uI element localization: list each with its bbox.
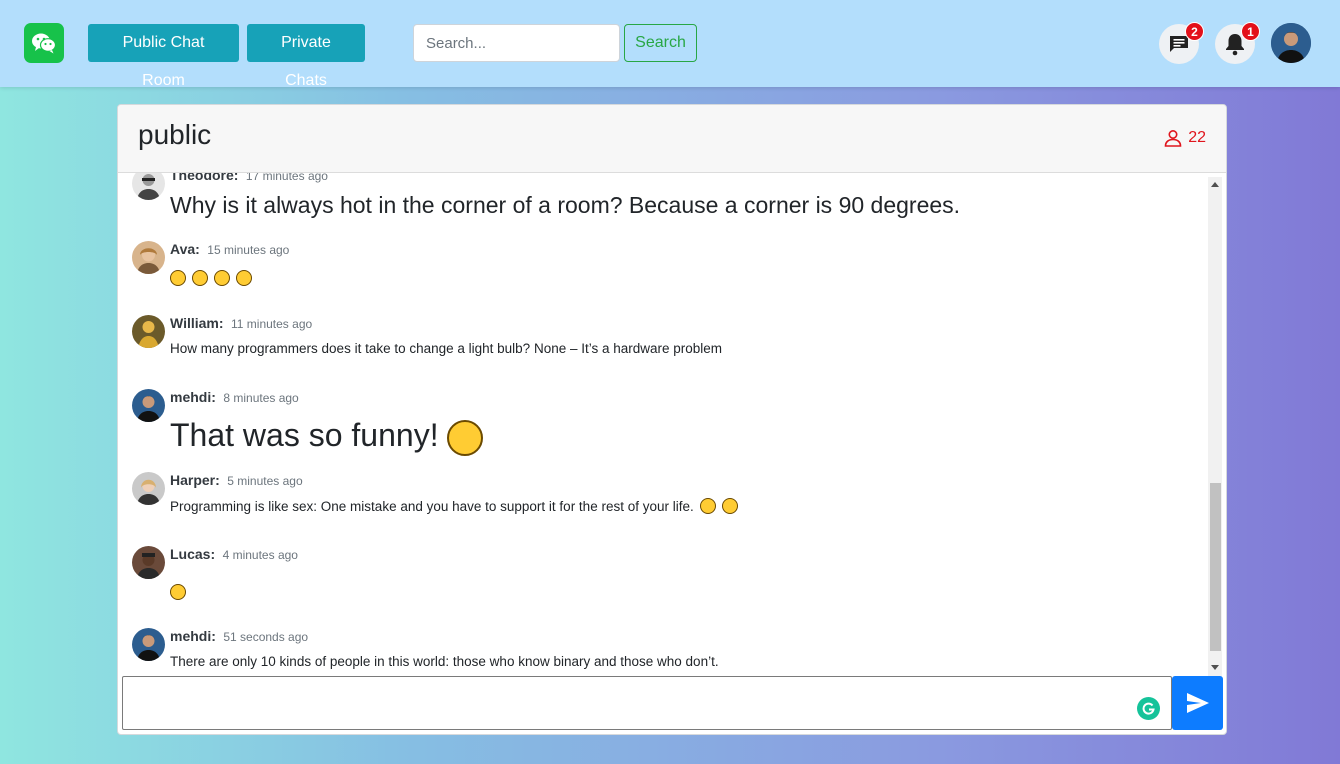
- message-item: Ava: 15 minutes ago: [132, 241, 1192, 301]
- message-item: mehdi: 8 minutes ago That was so funny!: [132, 389, 1192, 465]
- message-time: 4 minutes ago: [222, 548, 298, 562]
- scroll-down-icon[interactable]: [1211, 665, 1219, 670]
- message-item: mehdi: 51 seconds ago There are only 10 …: [132, 628, 1192, 675]
- notifications-button[interactable]: 1: [1215, 22, 1260, 64]
- private-chats-button[interactable]: Private Chats: [247, 24, 365, 89]
- search-input[interactable]: [413, 24, 620, 62]
- sender-name: Lucas:: [170, 546, 216, 562]
- sender-name: William:: [170, 315, 224, 331]
- sender-name: mehdi:: [170, 628, 216, 644]
- message-text: That was so funny!: [170, 417, 439, 453]
- user-avatar[interactable]: [1271, 23, 1311, 63]
- message-text: There are only 10 kinds of people in thi…: [170, 654, 719, 669]
- search-button[interactable]: Search: [624, 24, 697, 62]
- laughing-emoji: [170, 270, 186, 286]
- avatar: [132, 628, 165, 661]
- scroll-up-icon[interactable]: [1211, 182, 1219, 187]
- member-count[interactable]: 22: [1164, 129, 1206, 147]
- message-text: Programming is like sex: One mistake and…: [170, 498, 694, 514]
- grinning-emoji: [446, 419, 483, 456]
- avatar: [132, 173, 165, 200]
- wechat-icon[interactable]: [24, 23, 64, 63]
- scrollbar-thumb[interactable]: [1210, 483, 1221, 651]
- navbar: Public Chat Room Private Chats Search 2 …: [0, 0, 1340, 89]
- send-button[interactable]: [1172, 676, 1223, 730]
- message-time: 51 seconds ago: [223, 630, 309, 644]
- scream-emoji: [699, 498, 716, 514]
- message-list[interactable]: Theodore: 17 minutes ago Why is it alway…: [118, 173, 1226, 675]
- message-time: 8 minutes ago: [223, 391, 299, 405]
- messages-button[interactable]: 2: [1159, 22, 1204, 64]
- rofl-emoji: [236, 270, 252, 286]
- sender-name: Ava:: [170, 241, 200, 257]
- avatar: [132, 389, 165, 422]
- joy-emoji: [170, 584, 186, 600]
- message-item: Lucas: 4 minutes ago: [132, 546, 1192, 606]
- notifications-badge: 1: [1241, 22, 1260, 41]
- avatar: [132, 472, 165, 505]
- sender-name: Theodore:: [170, 173, 239, 183]
- sender-name: mehdi:: [170, 389, 216, 405]
- sender-name: Harper:: [170, 472, 220, 488]
- member-count-value: 22: [1188, 129, 1206, 146]
- public-chat-room-button[interactable]: Public Chat Room: [88, 24, 239, 89]
- user-icon: [1164, 129, 1182, 147]
- avatar: [132, 546, 165, 579]
- message-time: 5 minutes ago: [227, 474, 303, 488]
- chat-header: public 22: [118, 105, 1226, 173]
- grammarly-icon[interactable]: [1137, 697, 1160, 720]
- message-item: William: 11 minutes ago How many program…: [132, 315, 1192, 375]
- message-text: How many programmers does it take to cha…: [170, 341, 723, 356]
- message-time: 15 minutes ago: [207, 243, 290, 257]
- avatar: [132, 241, 165, 274]
- chat-card: public 22 Theodore: 17 minutes ago Why i…: [117, 104, 1227, 735]
- message-time: 17 minutes ago: [245, 173, 328, 183]
- message-input[interactable]: [122, 676, 1172, 730]
- message-time: 11 minutes ago: [231, 317, 313, 331]
- grinning-emoji: [192, 270, 208, 286]
- fearful-emoji: [721, 498, 738, 514]
- joy-emoji: [214, 270, 230, 286]
- message-item: Theodore: 17 minutes ago Why is it alway…: [132, 173, 1192, 229]
- avatar: [132, 315, 165, 348]
- message-item: Harper: 5 minutes ago Programming is lik…: [132, 472, 1192, 532]
- message-text: Why is it always hot in the corner of a …: [170, 192, 961, 218]
- room-title: public: [138, 119, 212, 150]
- messages-badge: 2: [1185, 22, 1204, 41]
- send-icon: [1186, 693, 1209, 713]
